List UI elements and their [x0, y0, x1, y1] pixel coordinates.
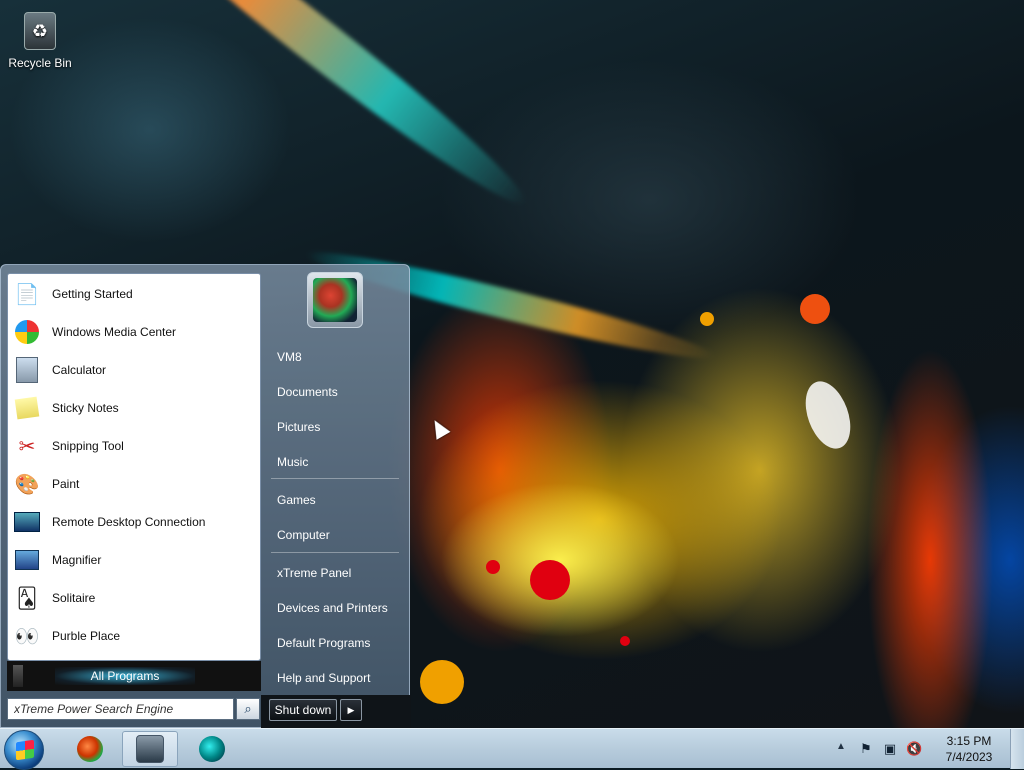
start-link-default-programs[interactable]: Default Programs	[269, 629, 405, 657]
media-player-icon	[199, 736, 225, 762]
shutdown-button[interactable]: Shut down	[269, 699, 337, 721]
solitaire-icon: 🂡	[16, 587, 38, 610]
clock-time: 3:15 PM	[946, 734, 992, 748]
start-link-vm8[interactable]: VM8	[269, 343, 405, 371]
start-link-devices-and-printers[interactable]: Devices and Printers	[269, 594, 405, 622]
search-icon[interactable]: ⌕	[236, 698, 260, 720]
program-solitaire[interactable]: 🂡 Solitaire	[12, 580, 256, 616]
volume-muted-icon[interactable]: 🔇	[906, 741, 922, 757]
purble-place-icon: 👀	[14, 625, 40, 648]
program-remote-desktop-connection[interactable]: Remote Desktop Connection	[12, 504, 256, 540]
program-windows-media-center[interactable]: Windows Media Center	[12, 314, 256, 350]
program-getting-started[interactable]: 📄 Getting Started	[12, 276, 256, 312]
start-link-pictures[interactable]: Pictures	[269, 413, 405, 441]
browser-app-icon	[77, 736, 103, 762]
pinned-programs-list: 📄 Getting Started Windows Media Center C…	[7, 273, 261, 661]
clock[interactable]: 3:15 PM 7/4/2023	[936, 733, 1002, 765]
program-snipping-tool[interactable]: ✂ Snipping Tool	[12, 428, 256, 464]
media-center-icon	[12, 317, 42, 347]
show-desktop-button[interactable]	[1010, 729, 1024, 769]
explorer-app-icon	[136, 735, 164, 763]
start-link-games[interactable]: Games	[269, 486, 405, 514]
wallpaper-splat	[797, 375, 859, 455]
mouse-cursor-icon	[427, 416, 451, 440]
start-link-help-and-support[interactable]: Help and Support	[269, 664, 405, 692]
taskbar-app-1[interactable]	[62, 731, 118, 767]
taskbar-app-2[interactable]	[122, 731, 178, 767]
action-center-flag-icon[interactable]: ⚑	[858, 741, 874, 757]
start-link-documents[interactable]: Documents	[269, 378, 405, 406]
windows-logo-icon	[16, 739, 34, 761]
clock-date: 7/4/2023	[945, 750, 993, 764]
desktop-icon-label: Recycle Bin	[8, 56, 72, 70]
program-label: Paint	[52, 477, 80, 491]
recycle-bin-icon: ♻	[24, 12, 56, 50]
menu-separator	[271, 478, 399, 479]
magnifier-icon	[12, 545, 42, 575]
show-hidden-icons-icon[interactable]: ▲	[836, 741, 846, 752]
program-label: Remote Desktop Connection	[52, 515, 206, 529]
search-input[interactable]	[7, 698, 234, 720]
all-programs-button[interactable]: All Programs	[7, 661, 261, 691]
desktop-icon-recycle-bin[interactable]: ♻ Recycle Bin	[4, 12, 76, 70]
program-purble-place[interactable]: 👀 Purble Place	[12, 618, 256, 654]
remote-desktop-icon	[12, 507, 42, 537]
program-label: Purble Place	[52, 629, 121, 643]
wallpaper-streak	[100, 0, 540, 222]
program-magnifier[interactable]: Magnifier	[12, 542, 256, 578]
taskbar-app-3[interactable]	[184, 731, 240, 767]
wallpaper-splat	[620, 636, 630, 646]
program-label: Snipping Tool	[52, 439, 124, 453]
program-label: Solitaire	[52, 591, 96, 605]
wallpaper-splat	[530, 560, 570, 600]
wallpaper-splat	[486, 560, 500, 574]
shutdown-options-arrow-icon[interactable]: ▶	[340, 699, 362, 721]
wallpaper-splat	[420, 660, 464, 704]
program-label: Sticky Notes	[52, 401, 119, 415]
program-label: Calculator	[52, 363, 107, 377]
start-link-music[interactable]: Music	[269, 448, 405, 476]
sticky-notes-icon	[12, 393, 42, 423]
start-menu[interactable]: 📄 Getting Started Windows Media Center C…	[0, 264, 411, 729]
start-button[interactable]	[4, 730, 44, 770]
taskbar: ▲ ⚑ ▣ 🔇 3:15 PM 7/4/2023	[0, 728, 1024, 770]
calculator-icon	[12, 355, 42, 385]
getting-started-icon: 📄	[14, 283, 40, 306]
wallpaper-splat	[800, 294, 830, 324]
user-avatar[interactable]	[307, 272, 363, 328]
menu-separator	[271, 552, 399, 553]
program-calculator[interactable]: Calculator	[12, 352, 256, 388]
program-sticky-notes[interactable]: Sticky Notes	[12, 390, 256, 426]
program-label: Windows Media Center	[52, 325, 177, 339]
program-paint[interactable]: 🎨 Paint	[12, 466, 256, 502]
paint-icon: 🎨	[14, 473, 40, 496]
all-programs-arrow-icon	[13, 665, 23, 687]
snipping-tool-icon: ✂	[18, 435, 36, 458]
avatar-image	[313, 278, 357, 322]
all-programs-label: All Programs	[55, 667, 195, 685]
start-link-xtreme-panel[interactable]: xTreme Panel	[269, 559, 405, 587]
program-label: Getting Started	[52, 287, 133, 301]
program-label: Magnifier	[52, 553, 102, 567]
wallpaper-splat	[700, 312, 714, 326]
start-link-computer[interactable]: Computer	[269, 521, 405, 549]
network-icon[interactable]: ▣	[882, 741, 898, 757]
